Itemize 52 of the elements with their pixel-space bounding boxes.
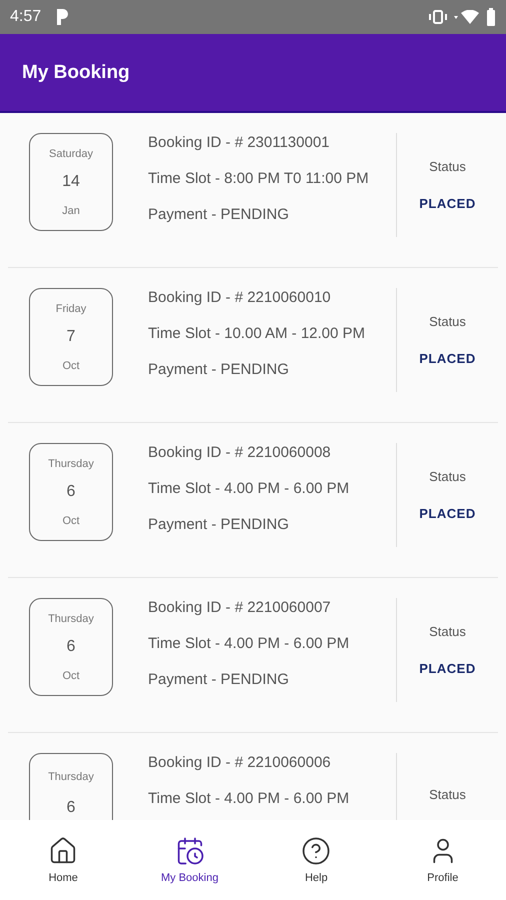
time-slot: Time Slot - 8:00 PM T0 11:00 PM	[148, 169, 388, 189]
battery-icon	[486, 8, 496, 26]
nav-tab[interactable]: Profile	[380, 820, 506, 900]
status-label: Status	[429, 314, 466, 329]
booking-id: Booking ID - # 2210060010	[148, 288, 332, 308]
nav-tab[interactable]: Home	[0, 820, 126, 900]
day-number: 6	[66, 483, 76, 501]
status-label: Status	[429, 159, 466, 174]
month: Oct	[62, 360, 80, 372]
time-slot: Time Slot - 10.00 AM - 12.00 PM	[148, 324, 388, 344]
weekday: Thursday	[48, 770, 94, 782]
weekday: Thursday	[48, 612, 94, 624]
status-value: PLACED	[419, 661, 476, 676]
booking-card[interactable]: Thursday 6 Oct Booking ID - # 2210060007 Time Slot - 4.00 PM - 6.00 PM Payment - PENDING Status PLACED	[8, 578, 498, 733]
status-value: PLACED	[419, 196, 476, 211]
payment-status: Payment - PENDING	[148, 670, 290, 690]
status-label: Status	[429, 624, 466, 639]
time-slot: Time Slot - 4.00 PM - 6.00 PM	[148, 634, 388, 654]
day-number: 7	[66, 328, 76, 346]
day-number: 14	[62, 173, 80, 191]
day-number: 6	[66, 799, 76, 817]
status-value: PLACED	[419, 506, 476, 521]
vibrate-icon	[428, 10, 448, 24]
booking-id: Booking ID - # 2210060006	[148, 753, 332, 773]
time-slot: Time Slot - 4.00 PM - 6.00 PM	[148, 479, 388, 499]
status-time: 4:57	[10, 8, 42, 26]
booking-id: Booking ID - # 2210060007	[148, 598, 332, 618]
status-label: Status	[429, 786, 466, 802]
nav-tab[interactable]: My Booking	[126, 820, 253, 900]
booking-card[interactable]: Friday 7 Oct Booking ID - # 2210060010 Time Slot - 10.00 AM - 12.00 PM Payment - PENDING Status PLACED	[8, 268, 498, 423]
booking-id: Booking ID - # 2301130001	[148, 133, 331, 153]
month: Jan	[62, 204, 80, 216]
time-slot: Time Slot - 4.00 PM - 6.00 PM	[148, 789, 388, 809]
page-title: My Booking	[22, 62, 130, 84]
month: Oct	[62, 670, 80, 682]
status-label: Status	[429, 469, 466, 484]
nav-tab[interactable]: Help	[253, 820, 380, 900]
day-number: 6	[66, 638, 76, 656]
booking-card[interactable]: Thursday 6 Oct Booking ID - # 2210060008 Time Slot - 4.00 PM - 6.00 PM Payment - PENDING Status PLACED	[8, 423, 498, 578]
booking-card[interactable]: Saturday 14 Jan Booking ID - # 2301130001 Time Slot - 8:00 PM T0 11:00 PM Payment - PENDING Status PLACED	[8, 113, 498, 268]
weekday: Saturday	[48, 148, 94, 160]
weekday: Thursday	[48, 458, 94, 470]
month: Oct	[62, 514, 80, 526]
payment-status: Payment - PENDING	[148, 515, 290, 535]
status-value: PLACED	[419, 351, 476, 366]
wifi-icon	[454, 10, 480, 24]
weekday: Friday	[56, 302, 86, 314]
help-icon	[301, 836, 332, 866]
booking-id: Booking ID - # 2210060008	[148, 443, 332, 463]
app-icon	[55, 8, 70, 26]
payment-status: Payment - PENDING	[148, 205, 290, 225]
payment-status: Payment - PENDING	[148, 360, 290, 380]
